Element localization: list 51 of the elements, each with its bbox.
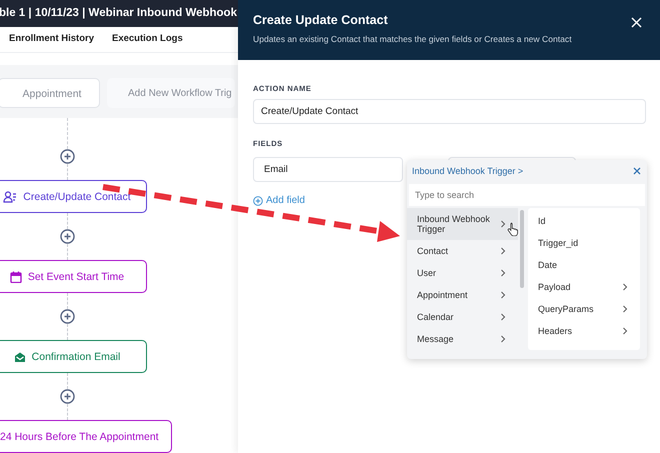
- category-item[interactable]: Message: [407, 328, 518, 350]
- panel-subtitle: Updates an existing Contact that matches the given fields or Creates a new Contact: [253, 34, 572, 44]
- close-icon: [633, 167, 641, 175]
- close-icon: [631, 17, 642, 28]
- calendar-icon: [10, 270, 22, 282]
- action-name-field[interactable]: Create/Update Contact: [253, 99, 646, 124]
- add-step-icon: [60, 229, 74, 244]
- step-label: Confirmation Email: [32, 350, 120, 362]
- chevron-right-icon: [622, 327, 628, 335]
- chevron-right-icon: [500, 220, 506, 228]
- category-item[interactable]: Appointment: [407, 284, 518, 306]
- add-step-icon: [60, 149, 74, 164]
- chevron-right-icon: [500, 335, 506, 343]
- search-field[interactable]: Type to search: [409, 184, 645, 206]
- chevron-right-icon: [500, 269, 506, 277]
- category-item[interactable]: Contact: [407, 240, 518, 262]
- step-label: Set Event Start Time: [28, 270, 124, 282]
- category-item[interactable]: User: [407, 262, 518, 284]
- step-label: 24 Hours Before The Appointment: [0, 430, 159, 442]
- chevron-right-icon: [500, 313, 506, 321]
- option-item[interactable]: Date: [528, 254, 640, 276]
- envelope-icon: [14, 350, 26, 362]
- tab[interactable]: Execution Logs: [112, 26, 183, 52]
- add-step-icon: [60, 309, 74, 324]
- option-item[interactable]: Headers: [528, 320, 640, 342]
- step-label: Create/Update Contact: [23, 190, 131, 202]
- plus-circle-icon: [253, 196, 263, 206]
- option-item[interactable]: Trigger_id: [528, 232, 640, 254]
- hand-cursor-icon: [507, 222, 519, 236]
- category-item[interactable]: Calendar: [407, 306, 518, 328]
- contact-icon: [3, 190, 18, 202]
- option-item[interactable]: Payload: [528, 276, 640, 298]
- option-item[interactable]: QueryParams: [528, 298, 640, 320]
- category-item[interactable]: Inbound Webhook Trigger: [407, 208, 518, 240]
- workflow-step[interactable]: Create/Update Contact: [0, 180, 147, 213]
- close-button[interactable]: [629, 15, 644, 30]
- panel-title: Create Update Contact: [253, 13, 389, 27]
- workflow-title: ble 1 | 10/11/23 | Webinar Inbound Webhook: [0, 7, 237, 20]
- chevron-right-icon: [500, 291, 506, 299]
- add-field-link[interactable]: Add field: [253, 195, 305, 206]
- workflow-step[interactable]: 24 Hours Before The Appointment: [0, 420, 172, 453]
- chevron-right-icon: [622, 283, 628, 291]
- option-item[interactable]: Id: [528, 210, 640, 232]
- chevron-right-icon: [622, 305, 628, 313]
- workflow-step[interactable]: Confirmation Email: [0, 340, 147, 373]
- breadcrumb-link[interactable]: Inbound Webhook Trigger >: [412, 166, 524, 176]
- workflow-step[interactable]: Set Event Start Time: [0, 260, 147, 293]
- tab[interactable]: Enrollment History: [9, 26, 94, 52]
- chevron-right-icon: [500, 247, 506, 255]
- add-step-icon: [60, 389, 74, 404]
- field-select[interactable]: Email: [253, 157, 403, 182]
